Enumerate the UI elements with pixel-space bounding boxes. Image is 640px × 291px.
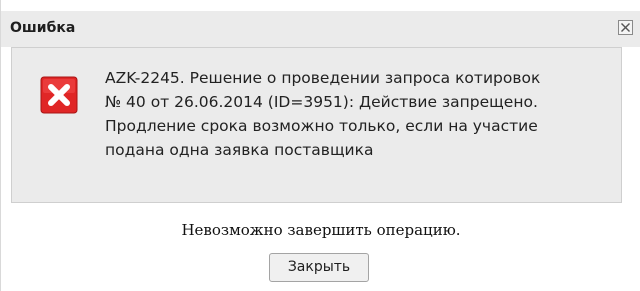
error-message-line: Продление срока возможно только, если на… bbox=[105, 117, 538, 135]
error-message-line: AZK-2245. Решение о проведении запроса к… bbox=[105, 69, 541, 87]
error-message-line: подана одна заявка поставщика bbox=[105, 141, 374, 159]
error-dialog: Ошибка AZK-2245. Решение о проведении за… bbox=[0, 0, 640, 291]
error-message: AZK-2245. Решение о проведении запроса к… bbox=[105, 66, 615, 162]
status-text: Невозможно завершить операцию. bbox=[181, 221, 461, 239]
error-message-line: № 40 от 26.06.2014 (ID=3951): Действие з… bbox=[105, 93, 538, 111]
message-panel: AZK-2245. Решение о проведении запроса к… bbox=[11, 47, 622, 203]
dialog-title: Ошибка bbox=[10, 20, 76, 36]
error-icon bbox=[40, 76, 78, 114]
close-button[interactable]: Закрыть bbox=[269, 253, 369, 282]
dialog-titlebar: Ошибка bbox=[1, 11, 640, 47]
close-x-icon[interactable] bbox=[618, 20, 633, 35]
